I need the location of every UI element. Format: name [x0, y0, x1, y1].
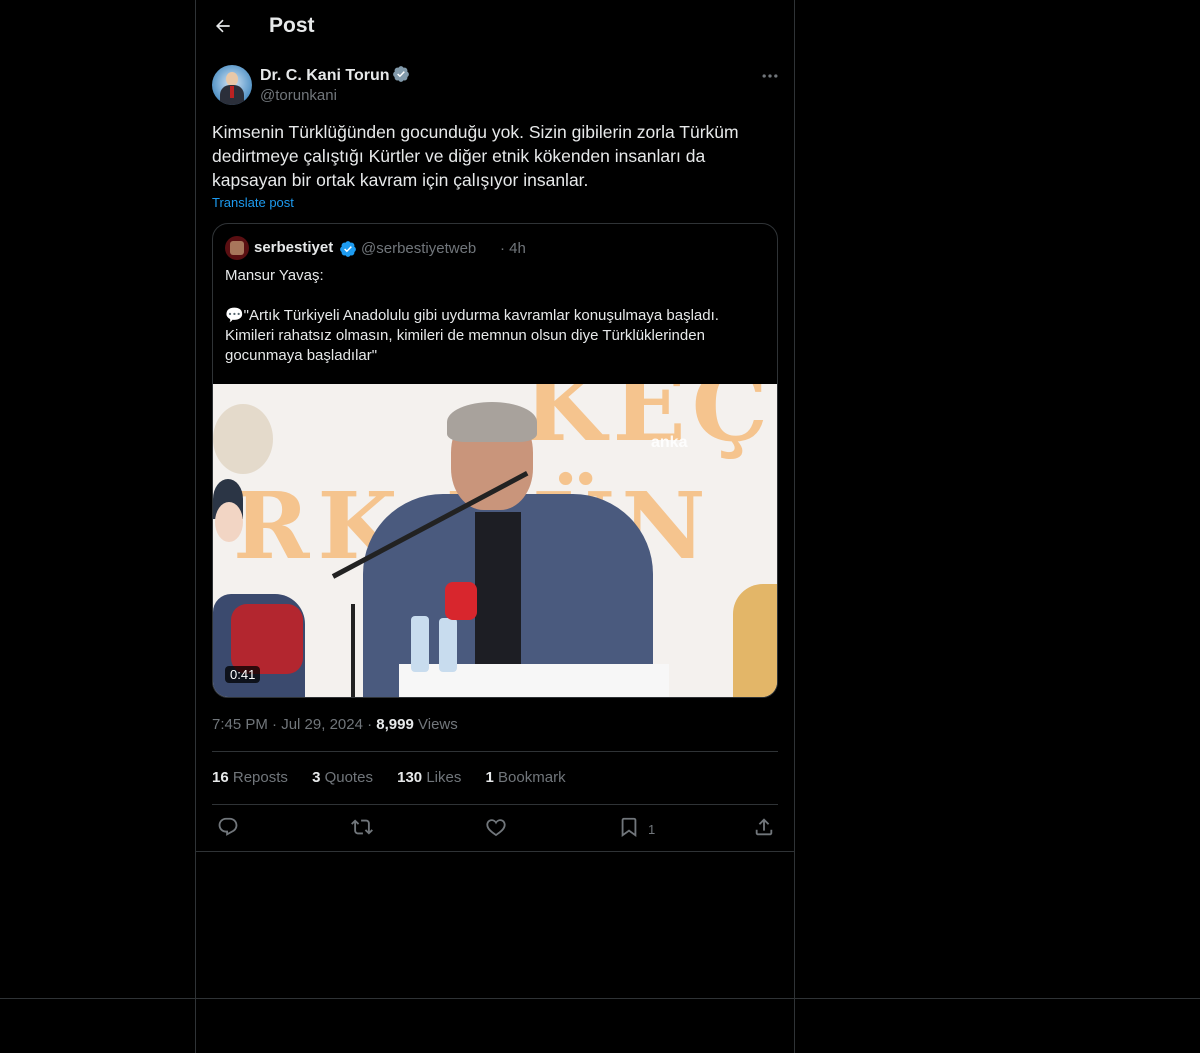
action-bar: 1: [196, 816, 794, 842]
header: Post: [196, 0, 794, 54]
video-dancer-face: [215, 502, 243, 542]
quote-timestamp[interactable]: · 4h: [500, 240, 526, 257]
video-water-bottle: [439, 618, 457, 672]
stat-quotes[interactable]: 3 Quotes: [312, 769, 373, 786]
bottom-divider: [0, 998, 1200, 999]
author-name-text[interactable]: Dr. C. Kani Torun: [260, 67, 389, 84]
post-date[interactable]: Jul 29, 2024: [281, 716, 363, 733]
like-icon[interactable]: [485, 816, 507, 838]
backdrop-text-top: KEÇ: [523, 384, 775, 463]
bookmark-count: 1: [648, 822, 656, 837]
translate-post-link[interactable]: Translate post: [212, 195, 294, 210]
stat-count: 16: [212, 769, 229, 786]
video-speaker-hair: [447, 402, 537, 442]
stat-count: 1: [485, 769, 494, 786]
stat-label: Quotes: [324, 769, 373, 786]
stat-likes[interactable]: 130 Likes: [397, 769, 461, 786]
views-label: Views: [418, 716, 458, 733]
author-name[interactable]: Dr. C. Kani Torun: [260, 65, 410, 85]
stat-count: 130: [397, 769, 423, 786]
video-right-figure: [733, 584, 777, 697]
video-duration-badge: 0:41: [225, 666, 261, 683]
stat-label: Bookmark: [498, 769, 566, 786]
back-arrow-icon[interactable]: [213, 16, 233, 36]
post-meta: 7:45 PM · Jul 29, 2024 · 8,999 Views: [212, 716, 458, 733]
views-count: 8,999: [376, 716, 414, 733]
meta-separator: ·: [272, 716, 278, 733]
share-icon[interactable]: [753, 816, 775, 838]
post-text: Kimsenin Türklüğünden gocunduğu yok. Siz…: [212, 122, 739, 190]
meta-separator: ·: [367, 716, 373, 733]
video-player[interactable]: KEÇ RK DÜN anka 0:41: [213, 384, 777, 697]
repost-icon[interactable]: [351, 816, 373, 838]
stat-count: 3: [312, 769, 321, 786]
quote-author-name[interactable]: serbestiyet: [254, 239, 333, 256]
quote-avatar[interactable]: [225, 236, 249, 260]
page-title: Post: [269, 14, 315, 37]
video-microphone: [445, 582, 477, 620]
verified-badge-icon: [340, 241, 356, 257]
divider: [212, 804, 778, 805]
stat-label: Likes: [426, 769, 462, 786]
video-dancer-dress-trim: [231, 604, 303, 674]
post-time[interactable]: 7:45 PM: [212, 716, 268, 733]
stat-bookmarks[interactable]: 1 Bookmark: [486, 769, 566, 786]
video-water-bottle: [411, 616, 429, 672]
quote-text: Mansur Yavaş: 💬"Artık Türkiyeli Anadolul…: [225, 267, 719, 364]
more-icon[interactable]: [760, 66, 780, 86]
author-handle[interactable]: @torunkani: [260, 87, 337, 104]
verified-badge-icon: [393, 66, 410, 82]
quoted-post[interactable]: serbestiyet @serbestiyetweb · 4h Mansur …: [212, 223, 778, 698]
quote-author-handle[interactable]: @serbestiyetweb: [361, 240, 476, 257]
video-feather-shape: [213, 404, 273, 474]
divider: [196, 851, 794, 852]
video-watermark: anka: [651, 434, 688, 451]
divider: [212, 751, 778, 752]
bookmark-icon[interactable]: [618, 816, 640, 838]
engagement-stats: 16 Reposts 3 Quotes 130 Likes 1 Bookmark: [212, 769, 586, 786]
reply-icon[interactable]: [217, 816, 239, 838]
avatar[interactable]: [212, 65, 252, 105]
stat-label: Reposts: [232, 769, 288, 786]
stat-reposts[interactable]: 16 Reposts: [212, 769, 288, 786]
post-column: Post Dr. C. Kani Torun @torunkani Kimsen…: [195, 0, 795, 1053]
video-mic-pole: [351, 604, 355, 697]
